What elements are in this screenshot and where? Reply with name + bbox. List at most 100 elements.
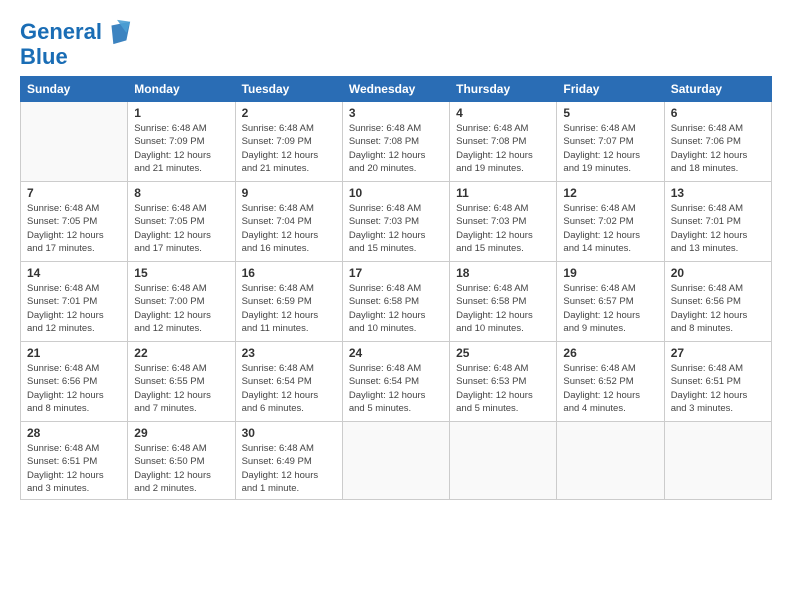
day-info: Sunrise: 6:48 AM Sunset: 7:05 PM Dayligh… xyxy=(27,202,121,255)
calendar-header-thursday: Thursday xyxy=(450,77,557,102)
day-info: Sunrise: 6:48 AM Sunset: 7:03 PM Dayligh… xyxy=(349,202,443,255)
day-info: Sunrise: 6:48 AM Sunset: 7:01 PM Dayligh… xyxy=(671,202,765,255)
day-info: Sunrise: 6:48 AM Sunset: 6:52 PM Dayligh… xyxy=(563,362,657,415)
day-number: 20 xyxy=(671,266,765,280)
day-number: 13 xyxy=(671,186,765,200)
calendar-day: 6Sunrise: 6:48 AM Sunset: 7:06 PM Daylig… xyxy=(664,102,771,182)
calendar-day: 30Sunrise: 6:48 AM Sunset: 6:49 PM Dayli… xyxy=(235,422,342,500)
day-number: 25 xyxy=(456,346,550,360)
calendar-day: 22 Sunrise: 6:48 AM Sunset: 6:55 PM Dayli… xyxy=(128,342,235,422)
day-number: 30 xyxy=(242,426,336,440)
day-number: 23 xyxy=(242,346,336,360)
day-number: 6 xyxy=(671,106,765,120)
calendar-day xyxy=(342,422,449,500)
calendar-week-1: 1 Sunrise: 6:48 AM Sunset: 7:09 PM Daylig… xyxy=(21,102,772,182)
calendar-day: 13 Sunrise: 6:48 AM Sunset: 7:01 PM Dayli… xyxy=(664,182,771,262)
day-info: Sunrise: 6:48 AM Sunset: 6:50 PM Dayligh… xyxy=(134,442,228,495)
day-info: Sunrise: 6:48 AM Sunset: 6:51 PM Dayligh… xyxy=(671,362,765,415)
day-number: 19 xyxy=(563,266,657,280)
calendar-day xyxy=(21,102,128,182)
calendar-day: 10 Sunrise: 6:48 AM Sunset: 7:03 PM Dayli… xyxy=(342,182,449,262)
day-number: 11 xyxy=(456,186,550,200)
calendar-day: 7Sunrise: 6:48 AM Sunset: 7:05 PM Daylig… xyxy=(21,182,128,262)
calendar-week-3: 14 Sunrise: 6:48 AM Sunset: 7:01 PM Dayli… xyxy=(21,262,772,342)
calendar-header-wednesday: Wednesday xyxy=(342,77,449,102)
day-number: 9 xyxy=(242,186,336,200)
calendar-day xyxy=(557,422,664,500)
day-info: Sunrise: 6:48 AM Sunset: 6:51 PM Dayligh… xyxy=(27,442,121,495)
header: General Blue xyxy=(20,18,772,68)
calendar-day: 9Sunrise: 6:48 AM Sunset: 7:04 PM Daylig… xyxy=(235,182,342,262)
day-number: 28 xyxy=(27,426,121,440)
calendar-day: 24 Sunrise: 6:48 AM Sunset: 6:54 PM Dayli… xyxy=(342,342,449,422)
day-number: 18 xyxy=(456,266,550,280)
calendar-week-2: 7Sunrise: 6:48 AM Sunset: 7:05 PM Daylig… xyxy=(21,182,772,262)
day-number: 17 xyxy=(349,266,443,280)
day-info: Sunrise: 6:48 AM Sunset: 6:54 PM Dayligh… xyxy=(349,362,443,415)
day-number: 16 xyxy=(242,266,336,280)
calendar-day: 26 Sunrise: 6:48 AM Sunset: 6:52 PM Dayli… xyxy=(557,342,664,422)
day-info: Sunrise: 6:48 AM Sunset: 7:07 PM Dayligh… xyxy=(563,122,657,175)
calendar-day: 14 Sunrise: 6:48 AM Sunset: 7:01 PM Dayli… xyxy=(21,262,128,342)
calendar-header-saturday: Saturday xyxy=(664,77,771,102)
logo-icon xyxy=(104,18,132,46)
day-number: 15 xyxy=(134,266,228,280)
day-number: 1 xyxy=(134,106,228,120)
calendar-day: 8 Sunrise: 6:48 AM Sunset: 7:05 PM Daylig… xyxy=(128,182,235,262)
calendar-day: 3 Sunrise: 6:48 AM Sunset: 7:08 PM Daylig… xyxy=(342,102,449,182)
calendar-day: 21Sunrise: 6:48 AM Sunset: 6:56 PM Dayli… xyxy=(21,342,128,422)
day-number: 3 xyxy=(349,106,443,120)
day-info: Sunrise: 6:48 AM Sunset: 6:57 PM Dayligh… xyxy=(563,282,657,335)
calendar-day: 15 Sunrise: 6:48 AM Sunset: 7:00 PM Dayli… xyxy=(128,262,235,342)
day-info: Sunrise: 6:48 AM Sunset: 6:56 PM Dayligh… xyxy=(671,282,765,335)
day-number: 8 xyxy=(134,186,228,200)
day-info: Sunrise: 6:48 AM Sunset: 7:01 PM Dayligh… xyxy=(27,282,121,335)
day-info: Sunrise: 6:48 AM Sunset: 6:58 PM Dayligh… xyxy=(349,282,443,335)
day-number: 22 xyxy=(134,346,228,360)
calendar-day: 19 Sunrise: 6:48 AM Sunset: 6:57 PM Dayli… xyxy=(557,262,664,342)
day-info: Sunrise: 6:48 AM Sunset: 6:58 PM Dayligh… xyxy=(456,282,550,335)
calendar-day: 12Sunrise: 6:48 AM Sunset: 7:02 PM Dayli… xyxy=(557,182,664,262)
day-number: 14 xyxy=(27,266,121,280)
day-info: Sunrise: 6:48 AM Sunset: 6:54 PM Dayligh… xyxy=(242,362,336,415)
day-info: Sunrise: 6:48 AM Sunset: 7:09 PM Dayligh… xyxy=(242,122,336,175)
logo-text: General xyxy=(20,20,102,44)
calendar-day: 1 Sunrise: 6:48 AM Sunset: 7:09 PM Daylig… xyxy=(128,102,235,182)
day-number: 10 xyxy=(349,186,443,200)
day-number: 27 xyxy=(671,346,765,360)
day-info: Sunrise: 6:48 AM Sunset: 7:05 PM Dayligh… xyxy=(134,202,228,255)
day-info: Sunrise: 6:48 AM Sunset: 7:03 PM Dayligh… xyxy=(456,202,550,255)
calendar-day: 5Sunrise: 6:48 AM Sunset: 7:07 PM Daylig… xyxy=(557,102,664,182)
calendar-day: 16 Sunrise: 6:48 AM Sunset: 6:59 PM Dayli… xyxy=(235,262,342,342)
calendar-week-4: 21Sunrise: 6:48 AM Sunset: 6:56 PM Dayli… xyxy=(21,342,772,422)
day-info: Sunrise: 6:48 AM Sunset: 7:08 PM Dayligh… xyxy=(456,122,550,175)
day-number: 24 xyxy=(349,346,443,360)
day-info: Sunrise: 6:48 AM Sunset: 7:00 PM Dayligh… xyxy=(134,282,228,335)
day-info: Sunrise: 6:48 AM Sunset: 7:09 PM Dayligh… xyxy=(134,122,228,175)
day-number: 12 xyxy=(563,186,657,200)
calendar-day: 18 Sunrise: 6:48 AM Sunset: 6:58 PM Dayli… xyxy=(450,262,557,342)
calendar-day: 2 Sunrise: 6:48 AM Sunset: 7:09 PM Daylig… xyxy=(235,102,342,182)
day-info: Sunrise: 6:48 AM Sunset: 6:53 PM Dayligh… xyxy=(456,362,550,415)
calendar-day: 23 Sunrise: 6:48 AM Sunset: 6:54 PM Dayli… xyxy=(235,342,342,422)
day-number: 21 xyxy=(27,346,121,360)
calendar-day: 27 Sunrise: 6:48 AM Sunset: 6:51 PM Dayli… xyxy=(664,342,771,422)
calendar-day xyxy=(664,422,771,500)
calendar-day: 25 Sunrise: 6:48 AM Sunset: 6:53 PM Dayli… xyxy=(450,342,557,422)
day-info: Sunrise: 6:48 AM Sunset: 6:55 PM Dayligh… xyxy=(134,362,228,415)
day-number: 2 xyxy=(242,106,336,120)
calendar-table: SundayMondayTuesdayWednesdayThursdayFrid… xyxy=(20,76,772,500)
calendar-day: 20 Sunrise: 6:48 AM Sunset: 6:56 PM Dayli… xyxy=(664,262,771,342)
day-number: 26 xyxy=(563,346,657,360)
calendar-header-row: SundayMondayTuesdayWednesdayThursdayFrid… xyxy=(21,77,772,102)
day-number: 4 xyxy=(456,106,550,120)
calendar-header-friday: Friday xyxy=(557,77,664,102)
calendar-day: 29Sunrise: 6:48 AM Sunset: 6:50 PM Dayli… xyxy=(128,422,235,500)
calendar-week-5: 28 Sunrise: 6:48 AM Sunset: 6:51 PM Dayli… xyxy=(21,422,772,500)
day-info: Sunrise: 6:48 AM Sunset: 7:08 PM Dayligh… xyxy=(349,122,443,175)
calendar-header-tuesday: Tuesday xyxy=(235,77,342,102)
calendar-day: 4 Sunrise: 6:48 AM Sunset: 7:08 PM Daylig… xyxy=(450,102,557,182)
logo-blue: Blue xyxy=(20,46,132,68)
day-info: Sunrise: 6:48 AM Sunset: 6:59 PM Dayligh… xyxy=(242,282,336,335)
calendar-day: 17 Sunrise: 6:48 AM Sunset: 6:58 PM Dayli… xyxy=(342,262,449,342)
